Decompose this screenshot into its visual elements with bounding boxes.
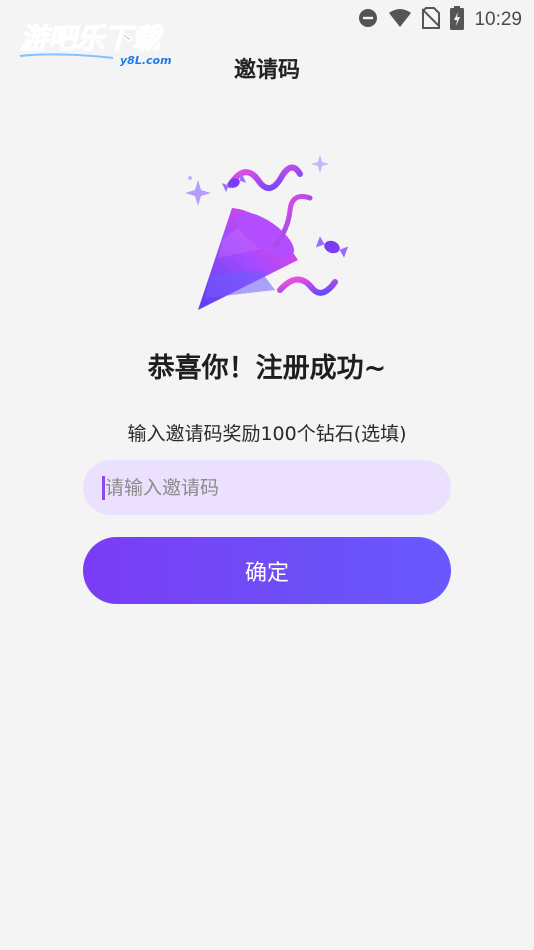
congrats-heading: 恭喜你！注册成功~ xyxy=(147,353,387,384)
no-sim-icon xyxy=(421,7,442,33)
invite-code-input[interactable] xyxy=(103,475,451,500)
invite-hint-text: 输入邀请码奖励100个钻石(选填) xyxy=(127,423,407,445)
watermark-brand-text: 游吧乐下载 xyxy=(20,22,164,55)
battery-charging-icon xyxy=(450,6,465,34)
invite-code-field[interactable] xyxy=(83,460,451,515)
status-icons: 10:29 xyxy=(358,6,522,34)
do-not-disturb-icon xyxy=(358,8,378,32)
confirm-button[interactable]: 确定 xyxy=(83,537,451,604)
wifi-icon xyxy=(388,8,412,32)
party-popper-icon xyxy=(170,150,370,325)
status-time: 10:29 xyxy=(474,9,522,30)
text-cursor xyxy=(102,476,105,500)
page-title: 邀请码 xyxy=(233,58,300,83)
